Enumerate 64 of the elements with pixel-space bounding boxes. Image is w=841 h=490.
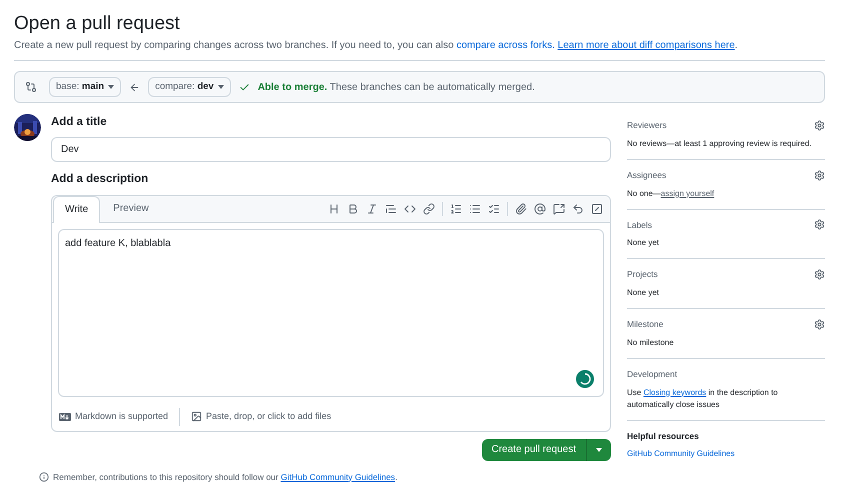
sidebar-heading: Development (627, 368, 678, 380)
merge-status: Able to merge. These branches can be automatically merged. (258, 80, 535, 94)
markdown-icon (59, 412, 71, 420)
page-title: Open a pull request (14, 12, 181, 36)
compare-forks-link[interactable]: compare across forks. (456, 40, 555, 51)
settings-icon[interactable] (814, 219, 825, 230)
guidelines-note: Remember, contributions to this repository should follow our GitHub Community Guidelines. (53, 470, 398, 484)
link-icon[interactable] (423, 202, 435, 214)
arrow-icon (129, 82, 140, 92)
sidebar-heading: Helpful resources (627, 430, 699, 442)
base-branch-button[interactable]: base: main (49, 77, 122, 97)
description-label: Add a description (51, 172, 150, 188)
title-field[interactable]: Dev (51, 137, 611, 162)
editor-tab[interactable]: Preview (100, 196, 162, 222)
sidebar-link[interactable]: GitHub Community Guidelines (627, 449, 735, 458)
check-icon (238, 82, 250, 92)
compare-branch-button[interactable]: compare: dev (148, 77, 231, 97)
sidebar-text: None yet (627, 237, 660, 250)
sidebar-heading: Milestone (627, 318, 664, 331)
sidebar-link[interactable]: Closing keywords (643, 388, 706, 396)
sidebar-text: None yet (627, 287, 660, 299)
description-text: add feature K, blablabla (65, 238, 171, 248)
heading-icon[interactable] (328, 202, 340, 214)
title-label: Add a title (51, 115, 108, 130)
sidebar-heading: Labels (627, 218, 652, 232)
sidebar-heading: Projects (627, 268, 658, 281)
create-pull-request-label[interactable]: Create pull request (482, 438, 586, 460)
sidebar-text: No milestone (627, 336, 675, 349)
caret-icon (218, 85, 224, 89)
slash-command-icon[interactable] (591, 202, 603, 214)
attach-files-link[interactable]: Paste, drop, or click to add files (206, 410, 332, 424)
sidebar-heading: Assignees (627, 168, 666, 182)
description-field[interactable]: add feature K, blablabla (58, 228, 604, 396)
create-pull-request-button[interactable]: Create pull request (482, 438, 611, 460)
sidebar-heading: Reviewers (627, 119, 667, 132)
settings-icon[interactable] (814, 269, 825, 280)
info-icon (39, 472, 49, 482)
bold-icon[interactable] (347, 202, 359, 214)
assistant-icon[interactable] (576, 370, 594, 388)
reference-icon[interactable] (553, 202, 565, 214)
settings-icon[interactable] (814, 170, 825, 181)
italic-icon[interactable] (366, 202, 378, 214)
compare-icon (25, 81, 37, 93)
editor-tab[interactable]: Write (53, 196, 100, 222)
reply-icon[interactable] (572, 202, 584, 214)
mention-icon[interactable] (534, 202, 546, 214)
paperclip-icon[interactable] (515, 202, 527, 214)
numbered-list-icon[interactable] (450, 202, 462, 214)
learn-more-link[interactable]: Learn more about diff comparisons here (558, 40, 735, 51)
image-icon (191, 411, 202, 422)
settings-icon[interactable] (814, 318, 825, 330)
guidelines-link[interactable]: GitHub Community Guidelines (280, 472, 396, 482)
settings-icon[interactable] (814, 120, 825, 131)
quote-icon[interactable] (385, 202, 397, 214)
markdown-note: Markdown is supported (75, 410, 168, 423)
code-icon[interactable] (404, 202, 416, 214)
sidebar-link[interactable]: assign yourself (660, 188, 714, 198)
sidebar-text: Use Closing keywords in the description to automatically close issues (627, 386, 779, 410)
sidebar-text: No one—assign yourself (627, 188, 716, 200)
task-list-icon[interactable] (488, 202, 500, 214)
page-description: Create a new pull request by comparing changes across two branches. If you need to, you can also compare across forks. Learn more about diff comparisons here. (14, 38, 825, 61)
caret-icon (108, 85, 114, 89)
caret-icon (596, 448, 602, 452)
sidebar-text: No reviews—at least 1 approving review is required. (627, 138, 813, 150)
